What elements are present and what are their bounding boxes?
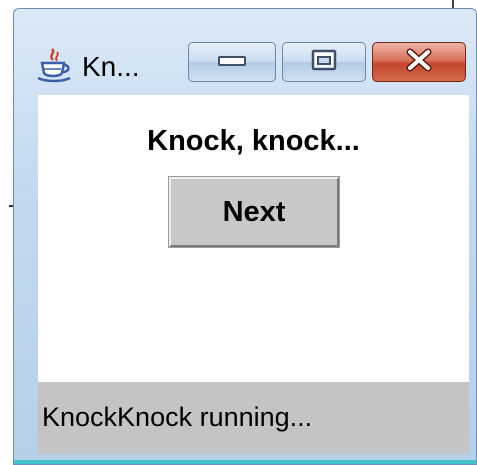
minimize-icon [218, 53, 246, 72]
desktop: Kn... Knock, knock... Next KnockKnock ru… [0, 0, 477, 465]
message-label: Knock, knock... [147, 125, 360, 157]
close-button[interactable] [372, 42, 466, 82]
status-bar: KnockKnock running... [38, 382, 469, 454]
java-coffee-cup-icon[interactable] [34, 45, 74, 85]
window-bottom-edge [14, 460, 476, 464]
app-window: Kn... Knock, knock... Next KnockKnock ru… [13, 8, 477, 465]
minimize-button[interactable] [188, 42, 276, 82]
window-title: Kn... [82, 51, 140, 82]
content-pane: Knock, knock... Next KnockKnock running.… [38, 95, 469, 454]
next-button[interactable]: Next [168, 176, 340, 248]
maximize-icon [311, 49, 337, 76]
close-icon [404, 48, 434, 77]
status-text: KnockKnock running... [42, 402, 313, 432]
maximize-button[interactable] [282, 42, 366, 82]
title-bar[interactable]: Kn... [14, 9, 476, 95]
